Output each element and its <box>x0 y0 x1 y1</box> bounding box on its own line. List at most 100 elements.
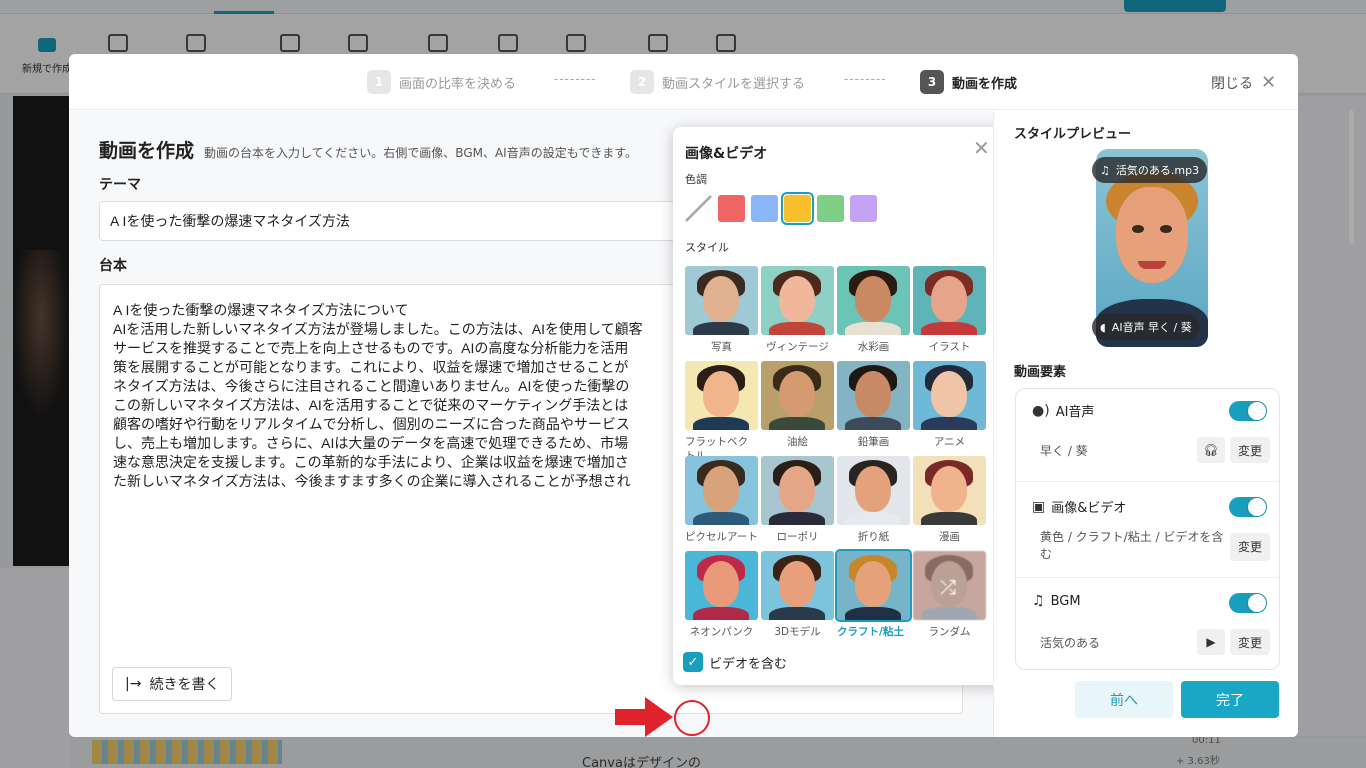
thumbnail-face <box>703 561 739 607</box>
ai-voice-label: AI音声 <box>1055 405 1095 420</box>
include-video-checkbox[interactable]: ✓ <box>683 652 703 672</box>
preview-eye <box>1132 225 1144 233</box>
style-option[interactable]: 鉛筆画 <box>837 361 910 449</box>
script-line: 策を展開することが可能となります。これにより、収益を爆速で増加させることが <box>113 359 629 375</box>
style-thumbnail <box>761 266 834 335</box>
media-value: 黄色 / クラフト/粘土 / ビデオを含む <box>1040 530 1224 561</box>
style-option[interactable]: イラスト <box>913 266 986 354</box>
style-option[interactable]: ピクセルアート <box>685 456 758 544</box>
page-title: 動画を作成 <box>99 140 195 162</box>
style-label: 漫画 <box>939 531 960 543</box>
thumbnail-body <box>921 417 977 430</box>
voice-badge-label: AI音声 早く / 葵 <box>1111 321 1192 334</box>
thumbnail-face <box>931 466 967 512</box>
thumbnail-face <box>931 276 967 322</box>
style-thumbnail <box>837 361 910 430</box>
style-thumbnail <box>835 549 912 622</box>
media-change-button[interactable]: 変更 <box>1230 533 1270 561</box>
video-elements-title: 動画要素 <box>1014 365 1067 380</box>
bgm-change-button[interactable]: 変更 <box>1230 629 1270 655</box>
thumbnail-body <box>769 512 825 525</box>
style-option[interactable]: ヴィンテージ <box>761 266 834 354</box>
tone-swatch-purple[interactable] <box>850 195 877 222</box>
ai-voice-value: 早く / 葵 <box>1040 444 1088 458</box>
headphones-icon[interactable]: 🎧︎ <box>1197 437 1225 463</box>
play-icon[interactable]: ▶ <box>1197 629 1225 655</box>
style-thumbnail <box>913 361 986 430</box>
style-label: ヴィンテージ <box>766 341 829 353</box>
continue-writing-button[interactable]: |→ 続きを書く <box>112 667 233 701</box>
close-icon[interactable]: ✕ <box>973 136 990 160</box>
ai-voice-toggle[interactable] <box>1229 401 1267 421</box>
media-row: ▣ 画像&ビデオ <box>1032 497 1267 517</box>
style-thumbnail <box>761 361 834 430</box>
step-number: 2 <box>630 70 654 94</box>
style-thumbnail <box>685 551 758 620</box>
close-button[interactable]: 閉じる ✕ <box>1211 72 1276 93</box>
style-thumbnail <box>913 456 986 525</box>
theme-input[interactable]: A Iを使った衝撃の爆速マネタイズ方法 <box>99 201 719 241</box>
tone-swatch-none[interactable] <box>685 195 712 222</box>
bgm-toggle[interactable] <box>1229 593 1267 613</box>
thumbnail-body <box>769 322 825 335</box>
style-option[interactable]: 油絵 <box>761 361 834 449</box>
thumbnail-body <box>845 322 901 335</box>
step-3: 3 動画を作成 <box>920 70 1017 94</box>
style-option[interactable]: ネオンパンク <box>685 551 758 639</box>
style-preview-title: スタイルプレビュー <box>1014 127 1132 142</box>
style-option[interactable]: ⤮ ランダム <box>913 551 986 639</box>
style-option[interactable]: フラットベクトル <box>685 361 758 463</box>
style-option[interactable]: 漫画 <box>913 456 986 544</box>
prev-button[interactable]: 前へ <box>1075 681 1173 718</box>
script-label: 台本 <box>99 258 127 274</box>
thumbnail-face <box>703 276 739 322</box>
close-icon: ✕ <box>1261 72 1277 93</box>
script-line: ネタイズ方法は、今後さらに注目されること間違いありません。AIを使った衝撃の <box>113 378 630 394</box>
tone-swatch-green[interactable] <box>817 195 844 222</box>
bgm-badge-label: 活気のある.mp3 <box>1115 164 1200 177</box>
script-line: AIを活用した新しいマネタイズ方法が登場しました。この方法は、AIを使用して顧客 <box>113 321 643 337</box>
bgm-value: 活気のある <box>1040 636 1101 650</box>
style-option[interactable]: 水彩画 <box>837 266 910 354</box>
script-line: サービスを推奨することで売上を向上させるものです。AIの高度な分析能力を活用 <box>113 340 629 356</box>
thumbnail-face <box>703 466 739 512</box>
thumbnail-body <box>845 417 901 430</box>
style-option[interactable]: ローポリ <box>761 456 834 544</box>
style-label: 3Dモデル <box>774 626 821 638</box>
style-thumbnail <box>685 361 758 430</box>
script-line: 顧客の嗜好や行動をリアルタイムで分析し、個別のニーズに合った商品やサービス <box>113 416 630 432</box>
style-label: ネオンパンク <box>689 626 754 638</box>
style-option[interactable]: 折り紙 <box>837 456 910 544</box>
style-thumbnail <box>685 266 758 335</box>
page-scrollbar[interactable] <box>1349 110 1354 245</box>
thumbnail-body <box>693 512 749 525</box>
thumbnail-body <box>693 322 749 335</box>
bgm-badge: ♫ 活気のある.mp3 <box>1092 157 1208 183</box>
voice-badge: ◖ AI音声 早く / 葵 <box>1092 314 1200 340</box>
speaker-icon: ◖ <box>1100 320 1106 334</box>
shuffle-icon: ⤮ <box>940 575 956 599</box>
style-thumbnail <box>913 266 986 335</box>
style-option[interactable]: クラフト/粘土 <box>835 549 912 639</box>
style-thumbnail <box>837 266 910 335</box>
style-thumbnail <box>761 456 834 525</box>
style-option[interactable]: 写真 <box>685 266 758 354</box>
style-option[interactable]: 3Dモデル <box>761 551 834 639</box>
thumbnail-body <box>845 512 901 525</box>
ai-voice-change-button[interactable]: 変更 <box>1230 437 1270 463</box>
style-option[interactable]: アニメ <box>913 361 986 449</box>
include-video-option[interactable]: ✓ ビデオを含む <box>683 652 787 672</box>
tone-swatch-yellow[interactable] <box>781 192 814 225</box>
style-label: イラスト <box>928 341 971 353</box>
popup-title: 画像&ビデオ <box>685 146 768 162</box>
style-label: 鉛筆画 <box>857 436 890 448</box>
tone-swatch-red[interactable] <box>718 195 745 222</box>
done-button[interactable]: 完了 <box>1181 681 1279 718</box>
page-description: 動画の台本を入力してください。右側で画像、BGM、AI音声の設定もできます。 <box>204 146 638 160</box>
media-toggle[interactable] <box>1229 497 1267 517</box>
close-label: 閉じる <box>1211 75 1253 92</box>
tone-swatch-blue[interactable] <box>751 195 778 222</box>
step-label: 動画スタイルを選択する <box>662 76 806 92</box>
style-label: ピクセルアート <box>685 531 758 543</box>
include-video-label: ビデオを含む <box>709 656 788 672</box>
